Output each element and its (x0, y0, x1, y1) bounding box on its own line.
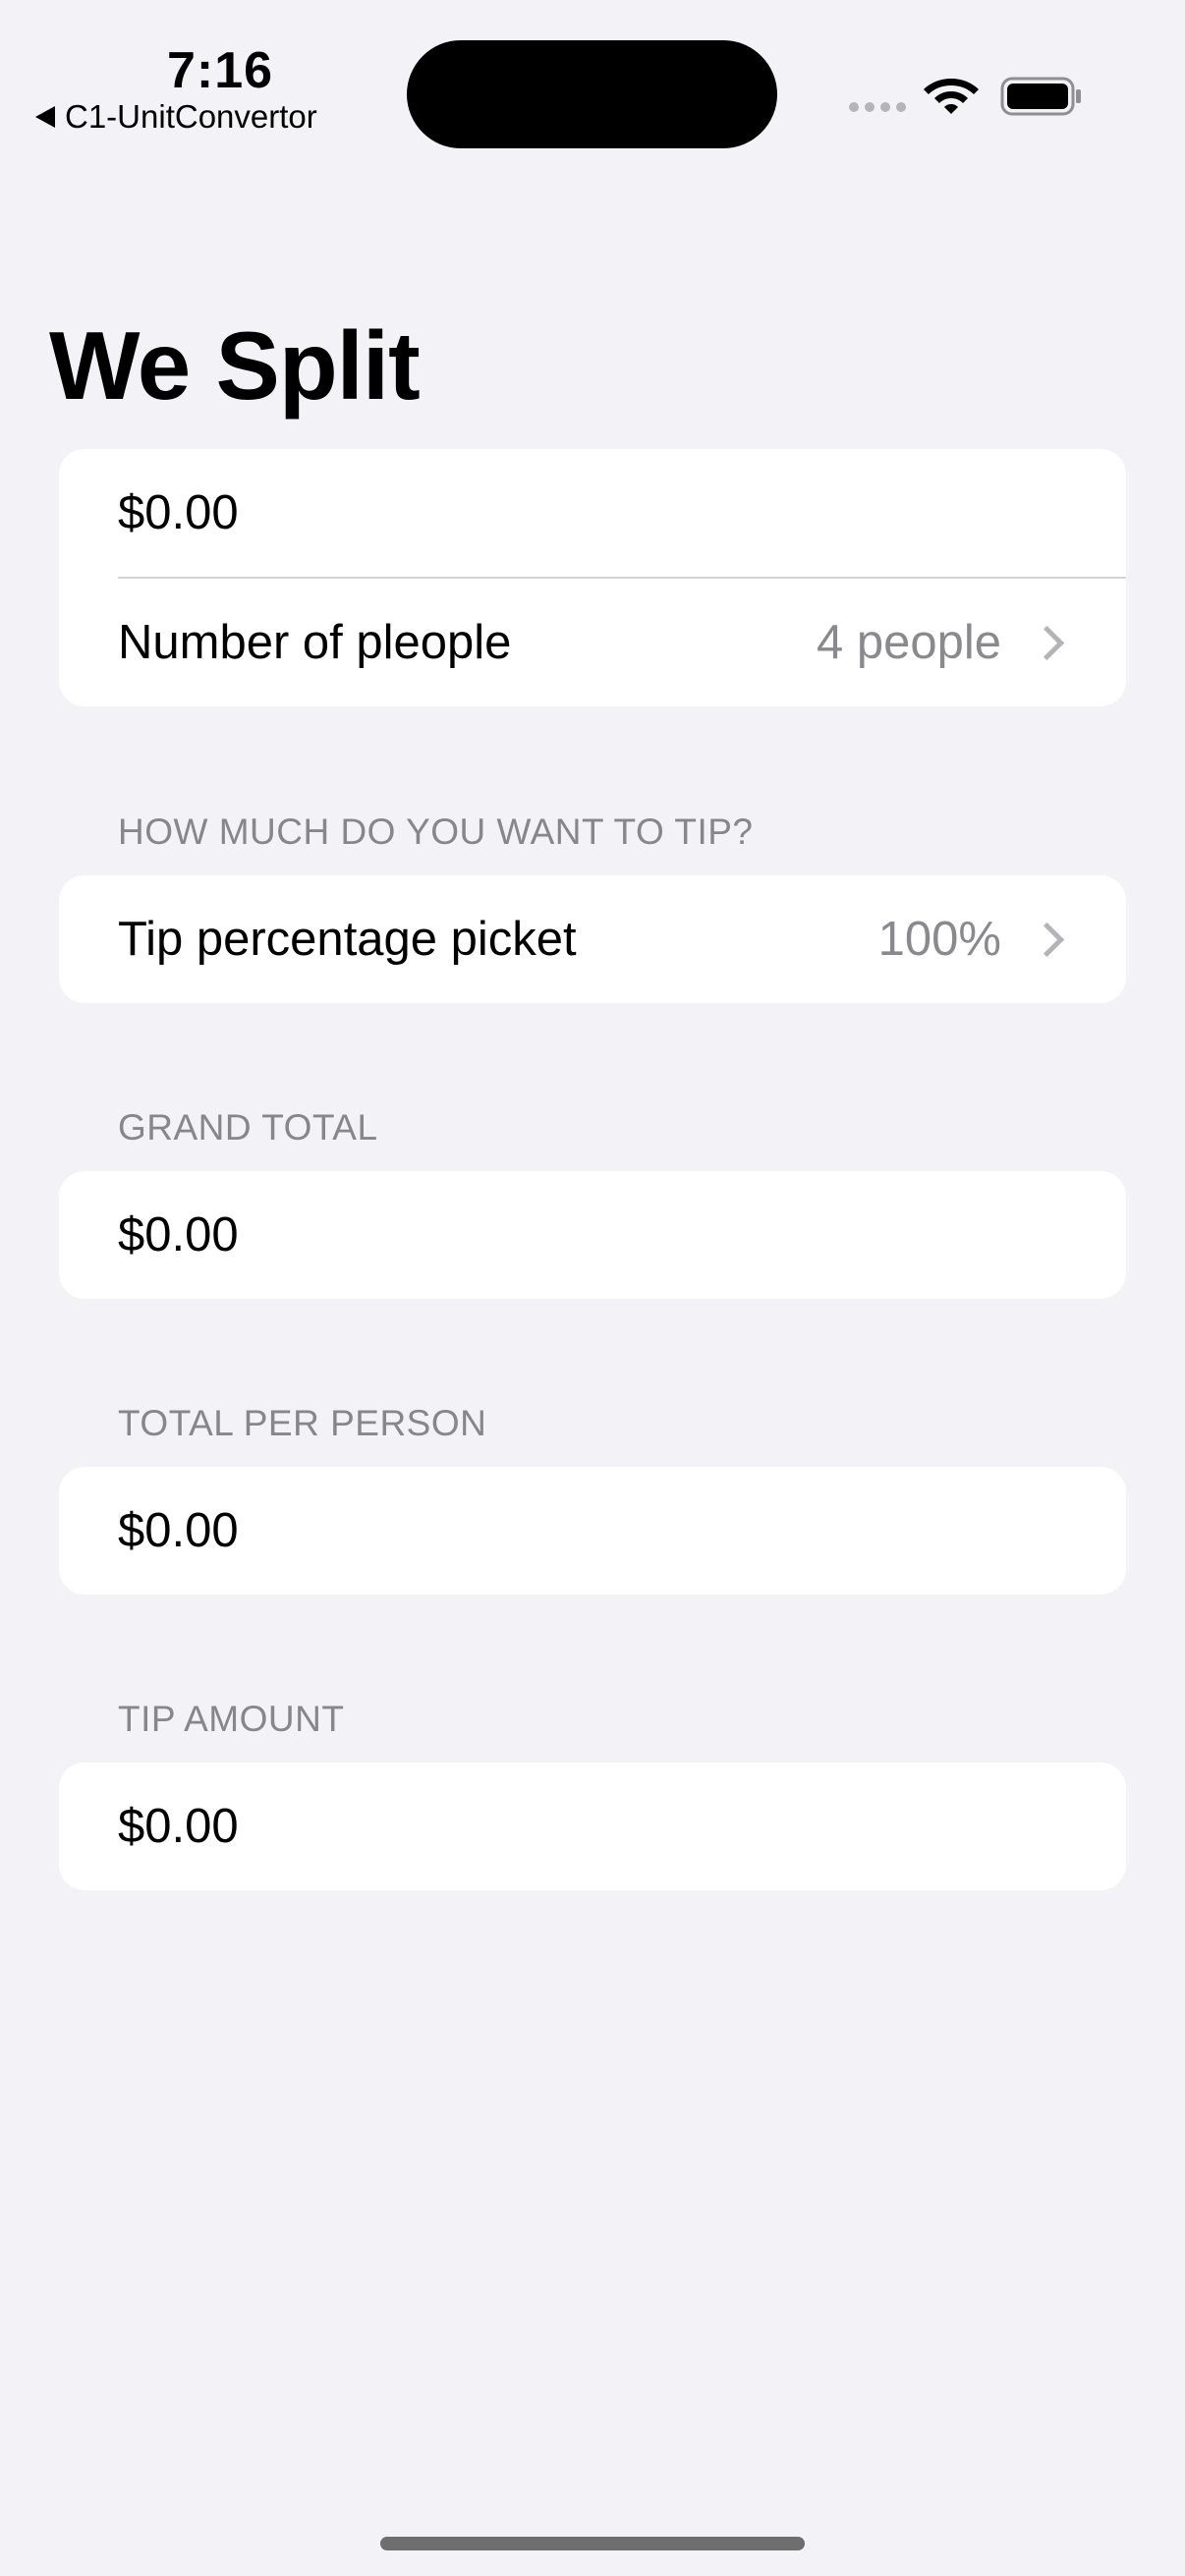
tip-card: Tip percentage picket 100% (59, 875, 1126, 1003)
tip-amount-header: TIP AMOUNT (118, 1699, 345, 1739)
people-value: 4 people (816, 616, 1001, 669)
grand-total-card: $0.00 (59, 1171, 1126, 1299)
tip-amount-card: $0.00 (59, 1763, 1126, 1890)
per-person-value: $0.00 (118, 1504, 239, 1557)
status-time: 7:16 (167, 42, 274, 99)
chevron-right-icon (1029, 922, 1065, 957)
tip-amount-row: $0.00 (59, 1763, 1126, 1890)
amount-value[interactable]: $0.00 (118, 485, 239, 540)
grand-total-value: $0.00 (118, 1208, 239, 1261)
per-person-card: $0.00 (59, 1467, 1126, 1595)
wifi-icon (924, 79, 979, 114)
back-app-label: C1-UnitConvertor (65, 98, 317, 135)
people-label: Number of pleople (118, 616, 512, 669)
per-person-row: $0.00 (59, 1467, 1126, 1595)
dynamic-island (407, 40, 777, 148)
input-card: $0.00 Number of pleople 4 people (59, 449, 1126, 706)
chevron-right-icon (1029, 625, 1065, 660)
tip-picker-row[interactable]: Tip percentage picket 100% (59, 875, 1126, 1003)
back-arrow-icon (35, 106, 55, 128)
page-title: We Split (49, 311, 421, 420)
tip-section-header: HOW MUCH DO YOU WANT TO TIP? (118, 812, 754, 852)
tip-value: 100% (877, 913, 1001, 966)
per-person-header: TOTAL PER PERSON (118, 1403, 487, 1443)
grand-total-row: $0.00 (59, 1171, 1126, 1299)
amount-field[interactable]: $0.00 (59, 449, 1126, 577)
back-to-app-button[interactable]: C1-UnitConvertor (35, 98, 317, 136)
battery-icon (1000, 77, 1081, 116)
tip-amount-value: $0.00 (118, 1800, 239, 1853)
cellular-icon (849, 102, 906, 112)
grand-total-header: GRAND TOTAL (118, 1107, 378, 1148)
tip-label: Tip percentage picket (118, 913, 577, 966)
home-indicator[interactable] (380, 2537, 805, 2550)
people-picker-row[interactable]: Number of pleople 4 people (59, 579, 1126, 706)
